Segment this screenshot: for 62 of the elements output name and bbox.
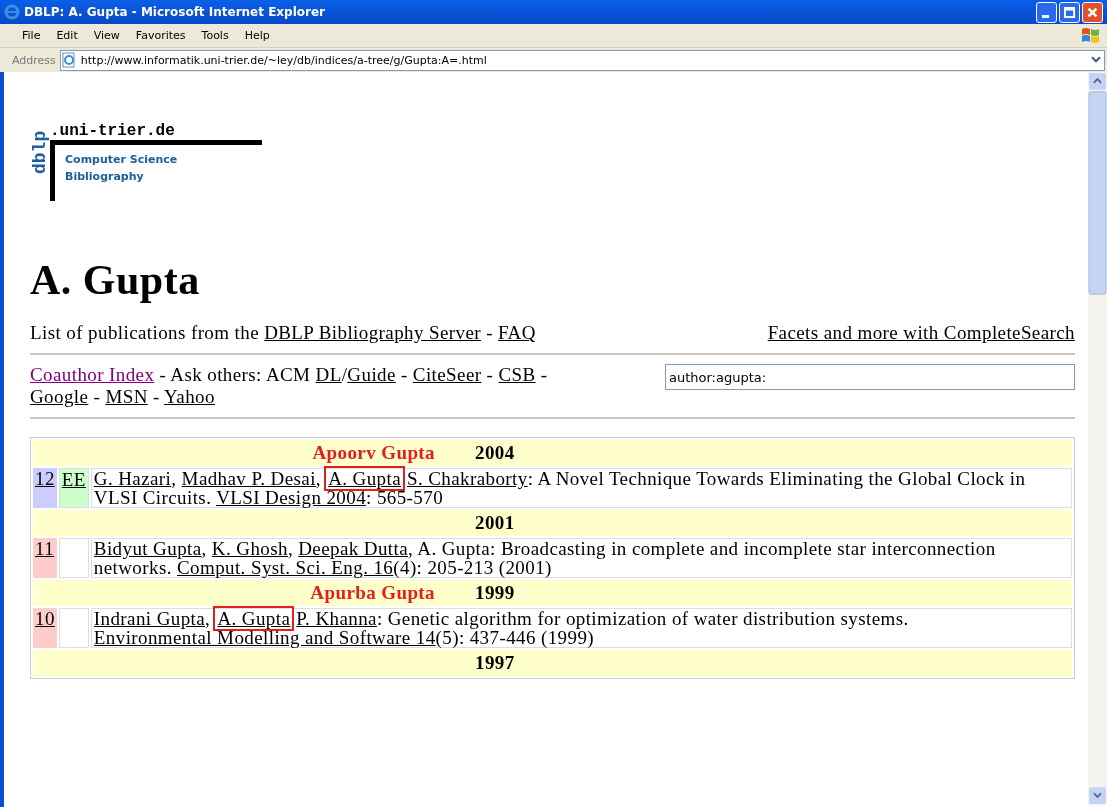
citation-link[interactable]: Bidyut Gupta (93, 538, 202, 559)
citation-link[interactable]: Indrani Gupta (93, 608, 206, 629)
year-label: 2001 (475, 512, 515, 534)
link[interactable]: CSB (498, 364, 536, 385)
annotation-label: Apurba Gupta (309, 582, 436, 604)
link[interactable]: Google (30, 386, 89, 407)
menu-item[interactable]: Edit (48, 29, 86, 42)
citation-link[interactable]: Deepak Dutta (298, 538, 408, 559)
link[interactable]: DBLP Bibliography Server (264, 322, 481, 343)
scrollbar-drawing[interactable] (1088, 72, 1107, 805)
ask-others-text: Coauthor Index - Ask others: ACM DL/Guide - CiteSeer - CSB - Google - MSN - Yahoo (30, 364, 549, 408)
year-label: 2004 (475, 442, 515, 464)
link[interactable]: Coauthor Index (30, 364, 155, 385)
highlighted-author-link[interactable]: A. Gupta (215, 608, 293, 629)
citation-link[interactable]: Madhav P. Desai (181, 468, 316, 489)
window-title: DBLP: A. Gupta - Microsoft Internet Explorer (24, 5, 327, 19)
highlighted-author-link[interactable]: A. Gupta (326, 468, 403, 489)
browser-icon (4, 4, 20, 20)
link[interactable]: CiteSeer (412, 364, 482, 385)
menu-item[interactable]: Tools (193, 29, 237, 42)
logo-domain-text: .uni-trier.de (50, 122, 176, 140)
citation-text: Bidyut Gupta, K. Ghosh, Deepak Dutta, A. Gupta: Broadcasting in complete and incomplete star interconnection networks. Comput. Syst. Sci. Eng. 16(4): 205-213 (2001) (90, 538, 1072, 578)
logo-subtitle-text: Computer Science (65, 152, 179, 168)
year-label: 1999 (475, 582, 515, 604)
complete-search-link[interactable]: Facets and more with CompleteSearch (767, 322, 1075, 344)
link[interactable]: Yahoo (164, 386, 215, 407)
ee-link[interactable]: EE (61, 469, 86, 490)
citation-link[interactable]: P. Khanna (296, 608, 377, 629)
menu-item[interactable]: File (14, 29, 49, 42)
entry-number-link[interactable]: 10 (35, 608, 55, 629)
intro-text: List of publications from the DBLP Bibliography Server - FAQ (30, 322, 536, 344)
link[interactable]: DL (315, 364, 342, 385)
minimize-icon (1042, 14, 1049, 18)
menu-item[interactable]: Help (236, 29, 278, 42)
search-field[interactable]: author:agupta: (665, 364, 1075, 390)
citation-text: Indrani Gupta, A. Gupta P. Khanna: Genetic algorithm for optimization of water distribution systems. Environmental Modelling and Software 14(5): 437-446 (1999) (90, 608, 1072, 648)
menu-item[interactable]: Favorites (127, 29, 194, 42)
close-button[interactable] (1082, 1, 1103, 23)
windows-logo-icon (1081, 25, 1101, 46)
citation-link[interactable]: VLSI Design 2004 (216, 487, 367, 508)
entry-number-link[interactable]: 12 (35, 468, 55, 489)
logo-subtitle-text: Bibliography (65, 169, 145, 185)
link[interactable]: Guide (347, 364, 396, 385)
year-label: 1997 (475, 652, 515, 674)
entry-number-link[interactable]: 11 (35, 538, 55, 559)
minimize-button[interactable] (1036, 1, 1057, 23)
address-label: Address (12, 53, 56, 67)
logo-vertical-text: dblp (30, 126, 50, 176)
close-icon (1086, 5, 1099, 19)
citation-text: G. Hazari, Madhav P. Desai, A. Gupta S. Chakraborty: A Novel Technique Towards Eliminating the Global Clock in VLSI Circuits. VLSI Design 2004: 565-570 (90, 468, 1072, 508)
citation-link[interactable]: K. Ghosh (211, 538, 288, 559)
maximize-icon (1063, 5, 1076, 19)
author-heading: A. Gupta (30, 256, 201, 304)
address-field[interactable]: http://www.informatik.uni-trier.de/~ley/db/indices/a-tree/g/Gupta:A=.html (59, 49, 1105, 71)
annotation-label: Apoorv Gupta (311, 442, 436, 464)
menu-item[interactable]: View (85, 29, 128, 42)
citation-link[interactable]: S. Chakraborty (407, 468, 528, 489)
link[interactable]: FAQ (498, 322, 536, 343)
page-icon (60, 52, 77, 68)
citation-link[interactable]: G. Hazari (93, 468, 172, 489)
link[interactable]: MSN (105, 386, 148, 407)
maximize-button[interactable] (1059, 1, 1080, 23)
